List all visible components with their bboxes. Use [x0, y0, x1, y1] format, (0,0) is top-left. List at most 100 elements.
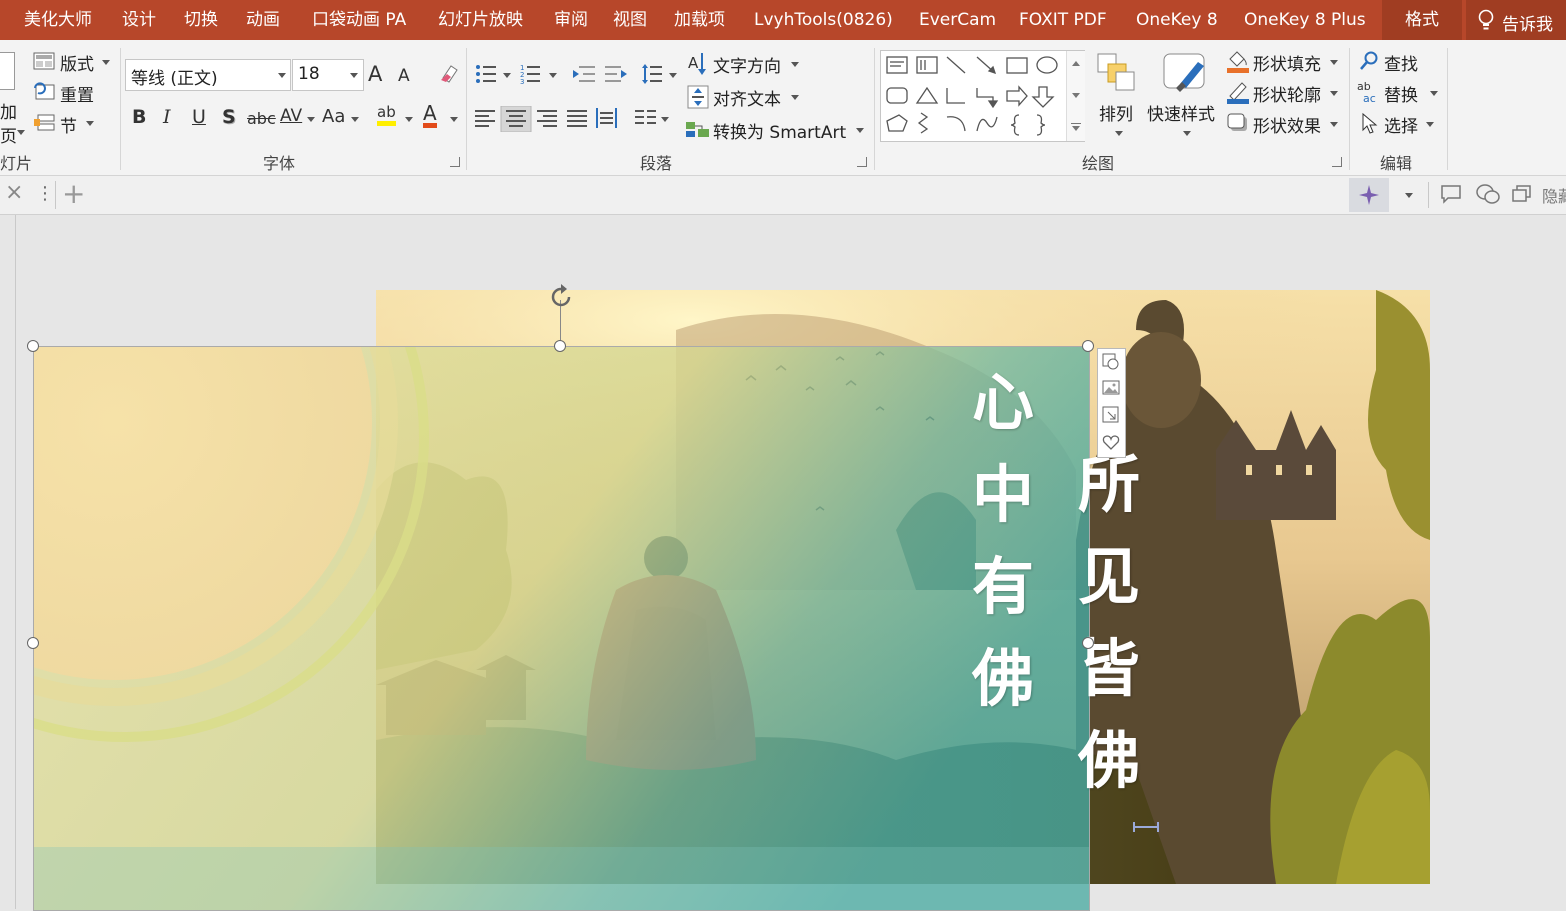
shape-outline-label: 形状轮廓	[1253, 86, 1321, 106]
replace-label: 替换	[1384, 86, 1418, 106]
tab-5[interactable]: 幻灯片放映	[438, 0, 523, 40]
paragraph-group-label: 段落	[640, 154, 673, 173]
tab-1[interactable]: 设计	[122, 0, 156, 40]
resize-handle-tl[interactable]	[27, 340, 39, 352]
quick-styles-icon	[1163, 53, 1205, 92]
change-case-button[interactable]: Aa	[322, 106, 345, 127]
magic-button[interactable]	[1349, 178, 1389, 212]
wechat-icon[interactable]	[1475, 183, 1501, 205]
tab-9[interactable]: LvyhTools(0826)	[754, 0, 893, 40]
slides-group-label: 灯片	[0, 154, 33, 173]
underline-button[interactable]: U	[192, 106, 206, 128]
align-text-label: 对齐文本	[713, 90, 781, 110]
decrease-indent-icon	[573, 66, 595, 82]
overlay-shape[interactable]	[33, 346, 1090, 911]
text-direction-label: 文字方向	[713, 57, 781, 77]
tab-4[interactable]: 口袋动画 PA	[312, 0, 406, 40]
tab-7[interactable]: 视图	[613, 0, 647, 40]
picture-fill-icon[interactable]	[1102, 379, 1120, 397]
svg-text:3: 3	[520, 78, 524, 85]
tab-format[interactable]: 格式	[1382, 0, 1462, 40]
tab-12[interactable]: OneKey 8	[1136, 0, 1218, 40]
more-options-icon[interactable]: ⋮	[36, 183, 54, 204]
font-size-select[interactable]: 18	[292, 59, 364, 91]
new-slide-label-partial: 加	[0, 103, 17, 123]
heart-icon[interactable]	[1102, 433, 1120, 451]
resize-handle-top[interactable]	[554, 340, 566, 352]
hide-button-partial[interactable]: 隐藏	[1542, 183, 1566, 207]
numbering-icon: 123	[520, 64, 540, 85]
tab-10[interactable]: EverCam	[919, 0, 996, 40]
resize-handle-left[interactable]	[27, 637, 39, 649]
columns-icon	[635, 110, 656, 124]
char-left-2: 有	[972, 550, 1035, 623]
font-color-button[interactable]: A	[423, 103, 437, 128]
strikethrough-button[interactable]: abc	[247, 109, 276, 128]
char-right-2: 皆	[1078, 632, 1141, 705]
italic-button[interactable]: I	[163, 106, 171, 128]
convert-smartart-label: 转换为 SmartArt	[713, 123, 847, 143]
shape-fill-label: 形状填充	[1253, 55, 1321, 75]
bold-button[interactable]: B	[132, 106, 146, 128]
font-group-label: 字体	[263, 154, 296, 173]
resize-handle-right[interactable]	[1082, 637, 1094, 649]
reset-label: 重置	[60, 86, 94, 106]
layout-icon	[33, 52, 55, 70]
char-left-0: 心	[972, 366, 1035, 439]
overlay-gradient-shape	[34, 347, 1089, 910]
select-label: 选择	[1384, 117, 1418, 137]
resize-handle-tr[interactable]	[1082, 340, 1094, 352]
tell-me-box[interactable]: 告诉我	[1466, 0, 1566, 40]
tab-13[interactable]: OneKey 8 Plus	[1244, 0, 1366, 40]
lightbulb-icon	[1478, 9, 1494, 30]
search-icon	[1360, 51, 1378, 70]
shape-effects-icon	[1227, 113, 1247, 131]
font-name-select[interactable]: 等线 (正文)	[125, 59, 291, 91]
comment-icon[interactable]	[1440, 184, 1462, 204]
char-right-1: 见	[1078, 540, 1141, 613]
svg-text:ac: ac	[1363, 92, 1376, 104]
sparkle-icon	[1359, 185, 1379, 205]
font-size-value: 18	[298, 64, 320, 84]
text-column-left[interactable]: 心 中 有 佛	[972, 372, 1034, 740]
paint-bucket-icon	[1227, 51, 1249, 73]
section-icon	[34, 114, 55, 131]
floating-shape-toolbar	[1097, 348, 1126, 458]
add-icon[interactable]: +	[62, 177, 85, 210]
bullets-icon	[476, 65, 496, 83]
char-right-0: 所	[1078, 448, 1141, 521]
text-shadow-button[interactable]: S	[222, 106, 236, 128]
shape-style-icon[interactable]	[1102, 353, 1120, 371]
tab-2[interactable]: 切换	[184, 0, 218, 40]
shapes-gallery[interactable]	[880, 50, 1085, 142]
tab-11[interactable]: FOXIT PDF	[1019, 0, 1107, 40]
increase-indent-icon	[605, 66, 627, 82]
clear-formatting-icon[interactable]	[438, 62, 460, 84]
new-slide-icon[interactable]	[0, 52, 15, 90]
tell-me-label: 告诉我	[1502, 15, 1553, 35]
align-text-icon	[687, 85, 709, 109]
tab-6[interactable]: 审阅	[554, 0, 588, 40]
tab-8[interactable]: 加载项	[674, 0, 725, 40]
align-left-icon	[475, 110, 495, 127]
highlight-button[interactable]: ab	[377, 103, 396, 126]
layout-options-icon[interactable]	[1102, 406, 1120, 424]
distributed-icon	[596, 108, 617, 128]
justify-icon	[567, 110, 587, 127]
find-label: 查找	[1384, 55, 1418, 75]
close-icon[interactable]: ×	[5, 180, 23, 205]
restore-window-icon[interactable]	[1511, 184, 1533, 204]
shrink-font-button[interactable]: A	[398, 66, 410, 86]
shapes-gallery-icons	[886, 56, 1058, 136]
alignment-row	[475, 106, 669, 132]
drawing-group-label: 绘图	[1082, 154, 1115, 173]
grow-font-button[interactable]: A	[368, 62, 382, 86]
rotate-handle-icon[interactable]	[546, 282, 576, 312]
character-spacing-button[interactable]: AV	[280, 106, 302, 126]
smartart-icon	[686, 122, 709, 137]
tab-0[interactable]: 美化大师	[24, 0, 92, 40]
text-direction-icon: A	[688, 53, 706, 75]
tab-3[interactable]: 动画	[246, 0, 280, 40]
list-buttons-row: 123	[476, 64, 662, 85]
gallery-scroll[interactable]	[1066, 51, 1085, 141]
